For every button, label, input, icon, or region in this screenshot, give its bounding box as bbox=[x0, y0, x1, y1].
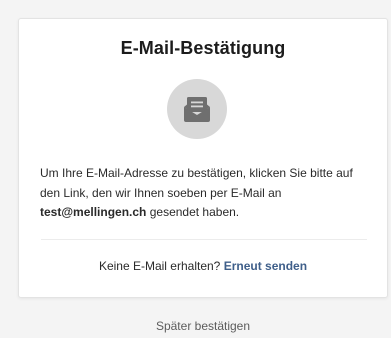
message-suffix: gesendet haben. bbox=[146, 205, 240, 219]
open-envelope-letter-icon bbox=[184, 97, 210, 122]
confirmation-message: Um Ihre E-Mail-Adresse zu bestätigen, kl… bbox=[40, 164, 370, 223]
message-prefix: Um Ihre E-Mail-Adresse zu bestätigen, kl… bbox=[40, 166, 353, 200]
resend-question: Keine E-Mail erhalten? bbox=[98, 259, 221, 273]
divider bbox=[41, 239, 367, 240]
icon-circle bbox=[167, 79, 227, 139]
card-title: E-Mail-Bestätigung bbox=[120, 38, 286, 58]
resend-row: Keine E-Mail erhalten? Erneut senden bbox=[19, 259, 387, 273]
resend-email-link[interactable]: Erneut senden bbox=[224, 259, 307, 273]
email-address: test@mellingen.ch bbox=[40, 205, 147, 219]
confirm-later-link[interactable]: Später bestätigen bbox=[18, 319, 388, 333]
email-confirmation-card: E-Mail-Bestätigung Um Ihre E-Mail-Adress… bbox=[18, 18, 388, 298]
